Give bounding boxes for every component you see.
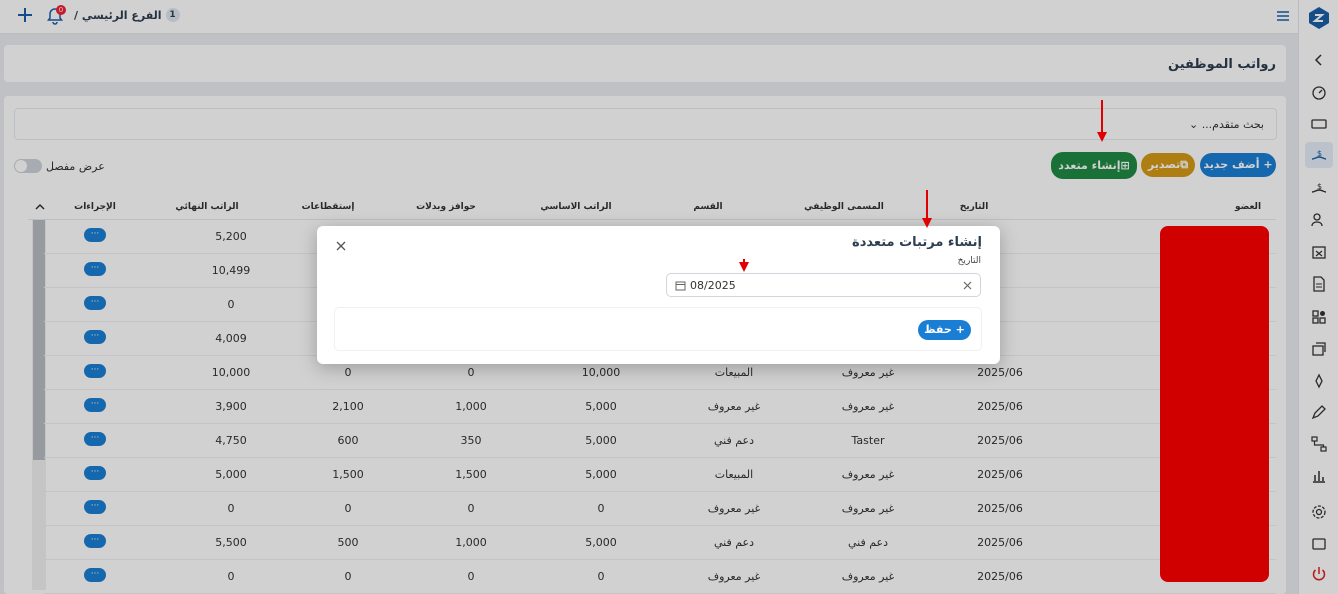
annotation-arrow-modal-title bbox=[922, 190, 932, 228]
date-picker-input[interactable]: 08/2025 bbox=[666, 273, 981, 297]
modal-footer: + حفظ bbox=[334, 307, 982, 351]
annotation-arrow-create-multiple bbox=[1097, 100, 1107, 142]
date-label: التاريخ bbox=[957, 256, 981, 266]
close-icon[interactable] bbox=[335, 240, 347, 252]
save-button[interactable]: + حفظ bbox=[918, 320, 971, 340]
modal-title: إنشاء مرتبات متعددة bbox=[852, 235, 982, 250]
create-multiple-salaries-modal: إنشاء مرتبات متعددة التاريخ 08/2025 + حف… bbox=[317, 226, 1000, 364]
date-value: 08/2025 bbox=[690, 279, 736, 292]
calendar-icon[interactable] bbox=[675, 280, 686, 291]
clear-icon[interactable] bbox=[963, 281, 972, 290]
annotation-arrow-date-input bbox=[739, 259, 749, 272]
